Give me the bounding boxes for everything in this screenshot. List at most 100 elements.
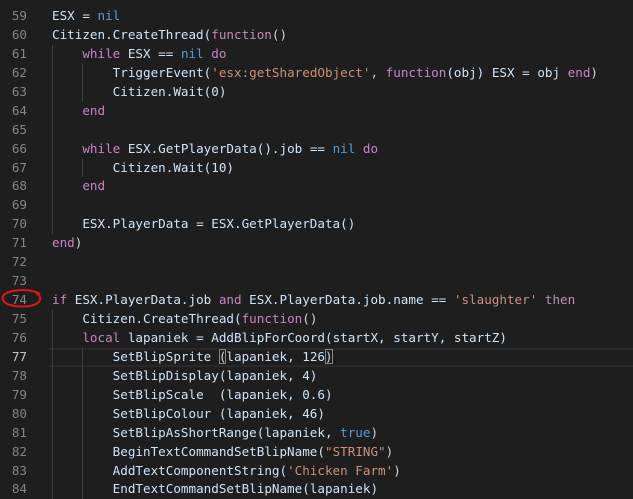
code-line[interactable]: 79 SetBlipScale (lapaniek, 0.6) (0, 385, 633, 405)
code-token: ESX.PlayerData.job.name == (241, 292, 454, 308)
line-number: 70 (11, 216, 27, 232)
code-text: BeginTextCommandSetBlipName("STRING") (52, 443, 394, 462)
line-number: 83 (11, 462, 27, 478)
code-line[interactable]: 67 Citizen.Wait(10) (0, 158, 633, 178)
code-token: EndTextCommandSetBlipName(lapaniek) (112, 481, 379, 497)
code-text: end (52, 177, 105, 196)
code-line[interactable]: 75 Citizen.CreateThread(function() (0, 310, 633, 329)
code-text: local lapaniek = AddBlipForCoord(startX,… (52, 329, 507, 348)
line-number: 80 (11, 405, 27, 421)
code-token: end (52, 235, 75, 251)
code-text: ESX = nil (52, 7, 120, 26)
line-number: 82 (11, 443, 27, 459)
code-token: local (82, 329, 121, 345)
line-number: 78 (11, 367, 27, 383)
code-token: Citizen.Wait(10) (112, 159, 234, 175)
line-number: 67 (11, 159, 27, 175)
code-line[interactable]: 60 Citizen.CreateThread(function() (0, 26, 633, 45)
code-line[interactable]: 66 while ESX.GetPlayerData().job == nil … (0, 139, 633, 159)
code-token: ) (74, 235, 83, 251)
code-line[interactable]: 81 SetBlipAsShortRange(lapaniek, true) (0, 423, 633, 443)
code-token: nil (97, 8, 121, 23)
code-token: end (82, 102, 106, 118)
code-text: TriggerEvent('esx:getSharedObject', func… (52, 64, 598, 83)
code-text: Citizen.Wait(10) (52, 159, 234, 178)
code-text: SetBlipColour (lapaniek, 46) (52, 405, 325, 424)
line-number: 59 (11, 8, 27, 23)
code-line[interactable]: 83 AddTextComponentString('Chicken Farm'… (0, 461, 633, 481)
code-token: if (52, 292, 68, 308)
code-token: SetBlipAsShortRange(lapaniek, (112, 424, 341, 440)
code-line[interactable]: 64 end (0, 101, 633, 121)
code-token: function (385, 64, 447, 80)
code-line[interactable]: 70 ESX.PlayerData = ESX.GetPlayerData() (0, 215, 633, 235)
indent-guide (52, 120, 53, 140)
code-token: ) (590, 64, 598, 80)
code-line[interactable]: 63 Citizen.Wait(0) (0, 82, 633, 102)
code-token: and (218, 292, 242, 308)
code-line[interactable]: 59 ESX = nil (0, 7, 633, 26)
line-number: 63 (11, 83, 27, 99)
code-token: SetBlipScale (lapaniek, 0.6) (112, 386, 333, 402)
code-token: Citizen.CreateThread( (52, 26, 212, 42)
code-token: ESX = (52, 8, 98, 23)
code-token: SetBlipDisplay(lapaniek, 4) (112, 367, 318, 383)
code-token: Citizen.CreateThread( (82, 311, 242, 326)
line-number: 61 (11, 45, 27, 61)
code-token: ) (385, 443, 394, 459)
code-line[interactable]: 62 TriggerEvent('esx:getSharedObject', f… (0, 63, 633, 83)
code-line[interactable]: 69 (0, 196, 633, 216)
code-text: SetBlipSprite (lapaniek, 126) (52, 348, 333, 367)
code-token: do (362, 140, 379, 156)
line-number: 72 (11, 254, 27, 270)
code-line[interactable]: 71 end) (0, 234, 633, 253)
line-number: 64 (11, 102, 27, 118)
code-line[interactable]: 74 if ESX.PlayerData.job and ESX.PlayerDa… (0, 291, 633, 310)
code-token: function (241, 311, 303, 326)
code-text: while ESX == nil do (52, 45, 226, 64)
code-editor[interactable]: 59 ESX = nil 60 Citizen.CreateThread(functi… (0, 7, 633, 499)
code-line[interactable]: 78 SetBlipDisplay(lapaniek, 4) (0, 366, 633, 386)
code-line[interactable]: 72 (0, 253, 633, 272)
code-token: AddTextComponentString( (112, 462, 288, 478)
code-text: end) (52, 234, 82, 253)
code-token: end (82, 178, 106, 194)
code-token: end (567, 64, 591, 80)
red-circle-annotation (1, 289, 42, 308)
code-line[interactable]: 82 BeginTextCommandSetBlipName("STRING") (0, 442, 633, 462)
code-line[interactable]: 65 (0, 120, 633, 140)
code-token: nil (332, 140, 356, 156)
line-number: 75 (11, 311, 27, 326)
code-token: while (82, 45, 121, 61)
code-line[interactable]: 61 while ESX == nil do (0, 44, 633, 64)
line-number: 79 (11, 386, 27, 402)
indent-guide (52, 196, 53, 216)
code-line[interactable]: 68 end (0, 177, 633, 197)
code-text: SetBlipScale (lapaniek, 0.6) (52, 386, 333, 405)
code-token: nil (180, 45, 204, 61)
matched-bracket: ) (325, 348, 333, 364)
line-number: 84 (11, 481, 27, 497)
code-text: AddTextComponentString('Chicken Farm') (52, 462, 401, 481)
code-text: Citizen.CreateThread(function() (52, 310, 317, 329)
code-token: ESX.PlayerData = ESX.GetPlayerData() (82, 216, 356, 232)
code-token: BeginTextCommandSetBlipName( (112, 443, 325, 459)
line-number: 71 (11, 235, 27, 251)
code-line[interactable]: 77 SetBlipSprite (lapaniek, 126) (0, 347, 633, 367)
code-token: SetBlipColour (lapaniek, 46) (112, 405, 325, 421)
code-text: EndTextCommandSetBlipName(lapaniek) (52, 480, 378, 499)
code-token: lapaniek = AddBlipForCoord(startX, start… (120, 329, 507, 345)
code-token: SetBlipSprite (112, 348, 219, 364)
code-text: ESX.PlayerData = ESX.GetPlayerData() (52, 215, 355, 234)
code-line[interactable]: 84 EndTextCommandSetBlipName(lapaniek) (0, 480, 633, 499)
code-text: Citizen.CreateThread(function() (52, 26, 287, 45)
code-token: lapaniek, 126 (226, 348, 325, 364)
line-number: 77 (11, 348, 27, 364)
code-line[interactable]: 73 (0, 272, 633, 291)
code-token: ESX == (120, 45, 181, 61)
code-token: TriggerEvent( (112, 64, 212, 80)
code-token: function (211, 26, 272, 42)
code-line[interactable]: 80 SetBlipColour (lapaniek, 46) (0, 404, 633, 424)
code-line[interactable]: 76 local lapaniek = AddBlipForCoord(star… (0, 328, 633, 348)
